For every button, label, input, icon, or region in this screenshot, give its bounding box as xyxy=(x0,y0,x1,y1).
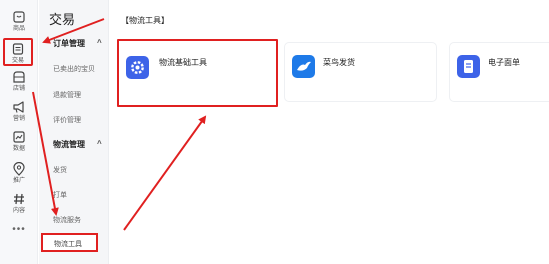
sidebar-item-logistics-service[interactable]: 物流服务 xyxy=(53,215,81,225)
sidebar-group-logistics[interactable]: 物流管理 ^ xyxy=(53,139,102,150)
sidebar-item-logistics-tools[interactable]: 物流工具 xyxy=(41,233,98,252)
location-icon xyxy=(13,162,25,176)
document-icon xyxy=(457,55,480,78)
sidebar-item-print[interactable]: 打单 xyxy=(53,190,67,200)
card-electronic-waybill[interactable]: 电子面单 xyxy=(449,42,549,102)
rail-item-store[interactable]: 店铺 xyxy=(4,68,34,96)
rail-item-trade[interactable]: 交易 xyxy=(3,38,33,66)
rail-item-promotion[interactable]: 推广 xyxy=(4,160,34,188)
rail-label: 数据 xyxy=(12,146,25,152)
box-icon xyxy=(13,11,25,23)
card-logistics-basic-tools[interactable]: 物流基础工具 xyxy=(117,39,278,107)
megaphone-icon xyxy=(13,101,24,113)
page-title: 【物流工具】 xyxy=(121,16,169,25)
rail-label: 店铺 xyxy=(12,86,25,92)
sidebar-item-refund[interactable]: 退款管理 xyxy=(53,90,81,100)
arrow-annotation xyxy=(123,115,207,231)
hashtag-icon xyxy=(14,193,24,205)
chevron-up-icon: ^ xyxy=(97,139,102,148)
rail-item-content[interactable]: 内容 xyxy=(4,190,34,218)
chevron-up-icon: ^ xyxy=(97,38,102,47)
store-icon xyxy=(13,71,25,83)
rail-label: 交易 xyxy=(11,58,24,64)
rail-label: 内容 xyxy=(12,208,25,214)
sidebar-item-review[interactable]: 评价管理 xyxy=(53,115,81,125)
receipt-icon xyxy=(12,43,24,55)
rail-item-product[interactable]: 商品 xyxy=(4,8,34,36)
sidebar-title: 交易 xyxy=(49,12,76,27)
rail-item-data[interactable]: 数据 xyxy=(4,128,34,156)
more-icon[interactable]: ••• xyxy=(6,224,32,235)
rail-label: 商品 xyxy=(12,26,25,32)
rail-item-marketing[interactable]: 营销 xyxy=(4,98,34,126)
rail-label: 推广 xyxy=(12,178,25,184)
sidebar-item-sold[interactable]: 已卖出的宝贝 xyxy=(53,64,95,74)
sidebar-group-label: 订单管理 xyxy=(53,39,85,48)
card-label: 物流基础工具 xyxy=(159,58,207,67)
card-label: 电子面单 xyxy=(488,58,520,67)
nav-rail: 商品 交易 店铺 营销 数据 推广 内容 ••• xyxy=(0,0,38,264)
card-cainiao-shipping[interactable]: 菜鸟发货 xyxy=(284,42,437,102)
chart-icon xyxy=(13,131,25,143)
sidebar-group-label: 物流管理 xyxy=(53,140,85,149)
bird-icon xyxy=(292,55,315,78)
gear-icon xyxy=(126,56,149,79)
sidebar-item-ship[interactable]: 发货 xyxy=(53,165,67,175)
card-label: 菜鸟发货 xyxy=(323,58,355,67)
sidebar: 交易 订单管理 ^ 已卖出的宝贝 退款管理 评价管理 物流管理 ^ 发货 打单 … xyxy=(39,0,109,264)
sidebar-group-orders[interactable]: 订单管理 ^ xyxy=(53,38,102,49)
rail-label: 营销 xyxy=(12,116,25,122)
